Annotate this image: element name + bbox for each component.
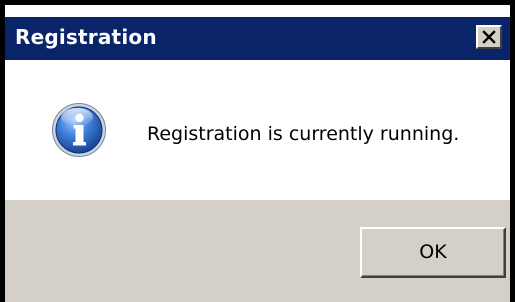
button-panel: OK [5, 200, 510, 302]
registration-dialog: Registration Registration is currently r… [0, 0, 515, 302]
information-icon [52, 103, 106, 157]
close-icon [482, 30, 496, 44]
message-area: Registration is currently running. [5, 60, 510, 200]
title-bar[interactable]: Registration [5, 17, 510, 60]
window-title: Registration [15, 25, 157, 49]
message-text: Registration is currently running. [147, 123, 460, 145]
ok-button[interactable]: OK [360, 227, 506, 278]
close-button[interactable] [476, 25, 502, 49]
